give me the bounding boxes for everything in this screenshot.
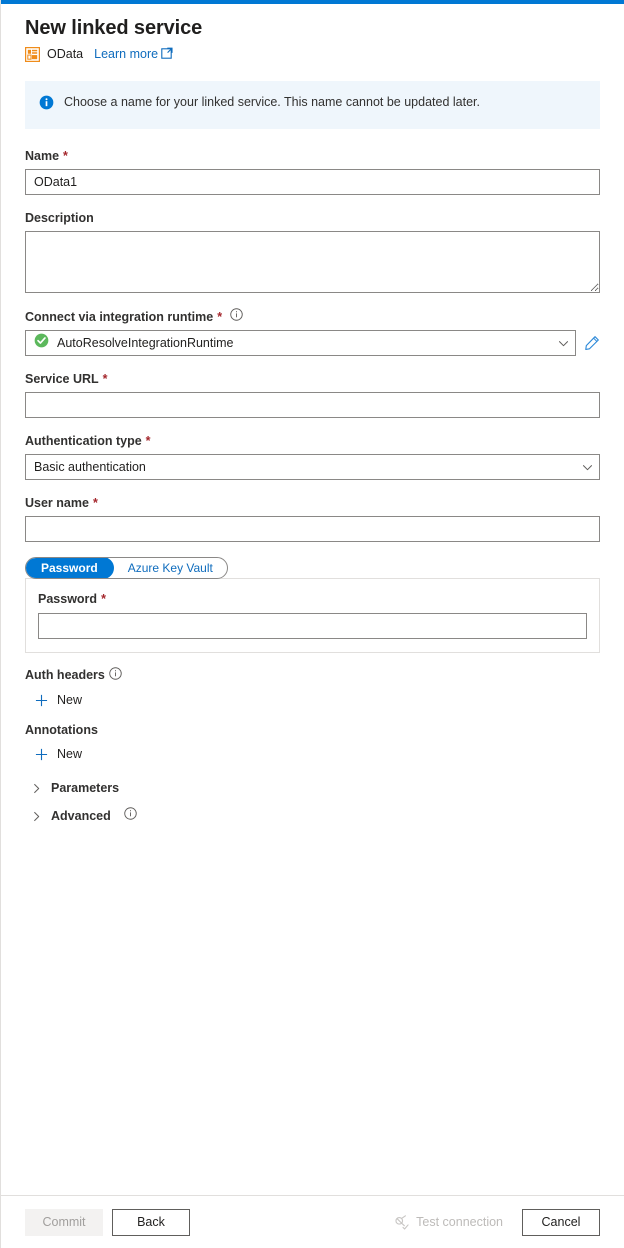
chevron-down-icon [558, 338, 569, 349]
parameters-label: Parameters [51, 781, 119, 795]
field-description: Description [25, 210, 600, 293]
odata-icon [25, 47, 40, 62]
name-input[interactable] [25, 169, 600, 195]
external-link-icon [158, 47, 173, 61]
panel-body: New linked service OData Learn more [1, 4, 624, 1195]
credential-pivot: Password Azure Key Vault [25, 557, 228, 579]
pivot-tab-azure-key-vault[interactable]: Azure Key Vault [114, 557, 227, 579]
password-input[interactable] [38, 613, 587, 639]
panel-footer: Commit Back Test connection Cancel [1, 1195, 624, 1248]
auth-headers-label: Auth headers [25, 667, 600, 683]
info-banner-text: Choose a name for your linked service. T… [64, 94, 480, 111]
test-connection-button[interactable]: Test connection [384, 1209, 513, 1236]
auth-headers-new-label: New [57, 693, 82, 707]
test-connection-label: Test connection [416, 1215, 503, 1229]
description-label-text: Description [25, 210, 94, 226]
service-url-required-star: * [103, 371, 108, 387]
learn-more-label: Learn more [94, 47, 158, 61]
auth-headers-label-text: Auth headers [25, 668, 105, 682]
service-url-label: Service URL * [25, 371, 600, 387]
page-title: New linked service [25, 16, 600, 40]
authentication-type-label: Authentication type * [25, 433, 600, 449]
service-subtitle-row: OData Learn more [25, 45, 600, 63]
service-name-label: OData [47, 47, 83, 61]
collapsible-advanced[interactable]: Advanced [25, 801, 137, 831]
integration-runtime-label: Connect via integration runtime * [25, 308, 600, 325]
edit-pencil-icon[interactable] [584, 335, 600, 351]
info-outline-icon[interactable] [120, 807, 137, 825]
annotations-new-button[interactable]: New [25, 743, 82, 765]
chevron-down-icon [582, 462, 593, 473]
password-required-star: * [101, 591, 106, 607]
plug-icon [394, 1215, 409, 1230]
auth-headers-new-button[interactable]: New [25, 689, 82, 711]
annotations-label-text: Annotations [25, 723, 98, 737]
password-section: Password * [25, 578, 600, 653]
back-button[interactable]: Back [112, 1209, 190, 1236]
authentication-type-dropdown[interactable]: Basic authentication [25, 454, 600, 480]
info-banner: Choose a name for your linked service. T… [25, 81, 600, 129]
learn-more-link[interactable]: Learn more [94, 47, 173, 61]
integration-runtime-row: AutoResolveIntegrationRuntime [25, 330, 600, 356]
collapsible-parameters[interactable]: Parameters [25, 775, 119, 801]
password-label-text: Password [38, 591, 97, 607]
name-required-star: * [63, 148, 68, 164]
advanced-label: Advanced [51, 809, 111, 823]
info-outline-icon[interactable] [226, 308, 243, 325]
annotations-new-label: New [57, 747, 82, 761]
user-name-label: User name * [25, 495, 600, 511]
chevron-right-icon [31, 811, 42, 822]
authentication-type-required-star: * [146, 433, 151, 449]
integration-runtime-combobox[interactable]: AutoResolveIntegrationRuntime [25, 330, 576, 356]
service-url-label-text: Service URL [25, 371, 99, 387]
field-service-url: Service URL * [25, 371, 600, 418]
info-filled-icon [39, 95, 54, 115]
section-auth-headers: Auth headers New [25, 667, 600, 711]
check-circle-green-icon [34, 333, 49, 353]
field-user-name: User name * [25, 495, 600, 542]
authentication-type-label-text: Authentication type [25, 433, 142, 449]
name-label: Name * [25, 148, 600, 164]
user-name-input[interactable] [25, 516, 600, 542]
commit-button[interactable]: Commit [25, 1209, 103, 1236]
name-label-text: Name [25, 148, 59, 164]
section-annotations: Annotations New [25, 723, 600, 765]
description-label: Description [25, 210, 600, 226]
chevron-right-icon [31, 783, 42, 794]
authentication-type-value: Basic authentication [34, 460, 582, 474]
field-credential: Password Azure Key Vault Password * [25, 557, 600, 653]
field-integration-runtime: Connect via integration runtime * [25, 308, 600, 356]
user-name-required-star: * [93, 495, 98, 511]
integration-runtime-required-star: * [217, 309, 222, 325]
info-outline-icon[interactable] [105, 667, 122, 683]
field-name: Name * [25, 148, 600, 195]
field-authentication-type: Authentication type * Basic authenticati… [25, 433, 600, 480]
password-label: Password * [38, 591, 587, 607]
annotations-label: Annotations [25, 723, 600, 737]
service-url-input[interactable] [25, 392, 600, 418]
plus-icon [35, 748, 48, 761]
pivot-tab-password[interactable]: Password [25, 557, 114, 579]
cancel-button[interactable]: Cancel [522, 1209, 600, 1236]
integration-runtime-label-text: Connect via integration runtime [25, 309, 213, 325]
plus-icon [35, 694, 48, 707]
description-textarea[interactable] [25, 231, 600, 293]
user-name-label-text: User name [25, 495, 89, 511]
integration-runtime-value: AutoResolveIntegrationRuntime [57, 336, 558, 350]
new-linked-service-panel: New linked service OData Learn more [0, 0, 624, 1248]
